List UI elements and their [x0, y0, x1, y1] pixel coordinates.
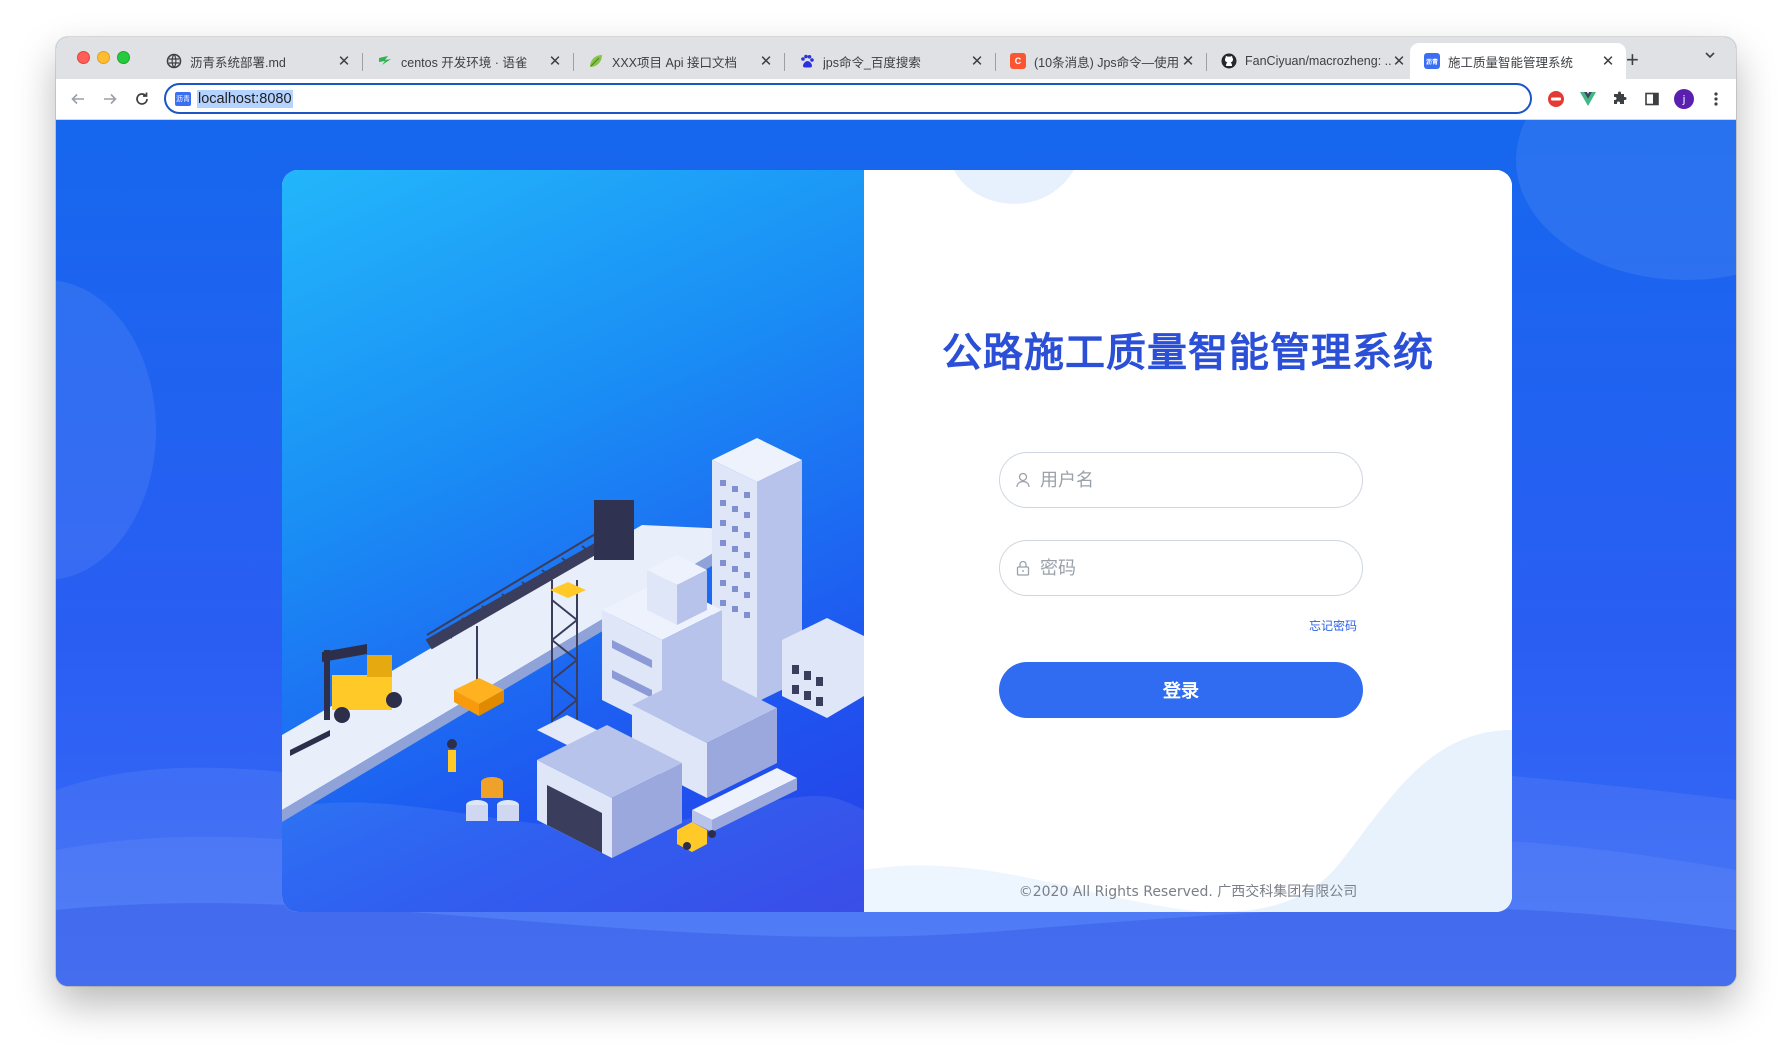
csdn-icon: C — [1010, 53, 1026, 69]
tab-title: centos 开发环境 · 语雀 — [401, 55, 528, 70]
construction-scene-image — [282, 438, 864, 912]
tab-title: FanCiyuan/macrozheng: ... — [1245, 54, 1391, 68]
svg-text:j: j — [1681, 93, 1685, 106]
tab-title: XXX项目 Api 接口文档 — [612, 55, 738, 70]
decor-blob — [56, 280, 156, 580]
chevron-down-icon[interactable] — [1704, 49, 1716, 64]
username-field[interactable] — [999, 452, 1363, 508]
user-icon — [1016, 472, 1030, 488]
profile-avatar[interactable]: j — [1674, 89, 1694, 109]
browser-toolbar: 沥青 localhost:8080 j — [56, 79, 1736, 120]
login-card: 公路施工质量智能管理系统 忘记密码 登录 ©2020 All Rights Re… — [282, 170, 1512, 912]
browser-window: 沥青系统部署.md ✕ centos 开发环境 · 语雀 ✕ XXX项目 Api… — [56, 37, 1736, 986]
leaf-icon — [588, 53, 604, 69]
close-window-button[interactable] — [77, 51, 90, 64]
login-button[interactable]: 登录 — [999, 662, 1363, 718]
forgot-password-link[interactable]: 忘记密码 — [1309, 617, 1357, 634]
lock-icon — [1016, 560, 1030, 576]
adblock-extension-icon[interactable] — [1546, 89, 1566, 109]
github-icon — [1221, 53, 1237, 69]
tab-0[interactable]: 沥青系统部署.md ✕ — [152, 43, 362, 79]
site-icon: 沥青 — [1424, 53, 1440, 69]
url-text[interactable]: localhost:8080 — [197, 89, 293, 108]
side-panel-icon[interactable] — [1642, 89, 1662, 109]
close-icon[interactable]: ✕ — [547, 52, 563, 70]
tab-title: jps命令_百度搜索 — [823, 55, 921, 70]
close-icon[interactable]: ✕ — [336, 52, 352, 70]
yuque-icon — [377, 53, 393, 69]
copyright-text: ©2020 All Rights Reserved. 广西交科集团有限公司 — [1018, 884, 1358, 900]
tab-strip: 沥青系统部署.md ✕ centos 开发环境 · 语雀 ✕ XXX项目 Api… — [56, 37, 1736, 79]
back-arrow-icon[interactable] — [66, 87, 90, 111]
site-icon: 沥青 — [175, 91, 191, 106]
construction-illustration — [282, 170, 864, 912]
close-icon[interactable]: ✕ — [969, 52, 985, 70]
minimize-window-button[interactable] — [97, 51, 110, 64]
tab-title: 沥青系统部署.md — [190, 55, 286, 70]
tab-2[interactable]: XXX项目 Api 接口文档 ✕ — [574, 43, 784, 79]
tab-title: (10条消息) Jps命令—使用... — [1034, 55, 1180, 70]
address-bar[interactable]: 沥青 localhost:8080 — [164, 83, 1532, 114]
close-icon[interactable]: ✕ — [1391, 52, 1407, 70]
reload-icon[interactable] — [130, 87, 154, 111]
close-icon[interactable]: ✕ — [1180, 52, 1196, 70]
password-input[interactable] — [1040, 557, 1340, 579]
baidu-paw-icon — [799, 53, 815, 69]
close-icon[interactable]: ✕ — [1600, 52, 1616, 70]
close-icon[interactable]: ✕ — [758, 52, 774, 70]
zoom-window-button[interactable] — [117, 51, 130, 64]
login-form-panel: 公路施工质量智能管理系统 忘记密码 登录 ©2020 All Rights Re… — [864, 170, 1512, 912]
login-page: 公路施工质量智能管理系统 忘记密码 登录 ©2020 All Rights Re… — [56, 120, 1736, 986]
username-input[interactable] — [1040, 469, 1340, 491]
more-menu-icon[interactable] — [1706, 89, 1726, 109]
puzzle-extensions-icon[interactable] — [1610, 89, 1630, 109]
vue-devtools-icon[interactable] — [1578, 89, 1598, 109]
forward-arrow-icon[interactable] — [98, 87, 122, 111]
tab-1[interactable]: centos 开发环境 · 语雀 ✕ — [363, 43, 573, 79]
decor-blob — [1516, 120, 1736, 280]
globe-icon — [166, 53, 182, 69]
new-tab-icon[interactable]: + — [1626, 47, 1639, 73]
tab-4[interactable]: C (10条消息) Jps命令—使用... ✕ — [996, 43, 1206, 79]
tab-6-active[interactable]: 沥青 施工质量智能管理系统 ✕ — [1410, 43, 1626, 79]
tab-5[interactable]: FanCiyuan/macrozheng: ... ✕ — [1207, 43, 1417, 79]
tab-title: 施工质量智能管理系统 — [1448, 55, 1574, 70]
password-field[interactable] — [999, 540, 1363, 596]
system-title: 公路施工质量智能管理系统 — [942, 330, 1434, 376]
tab-3[interactable]: jps命令_百度搜索 ✕ — [785, 43, 995, 79]
